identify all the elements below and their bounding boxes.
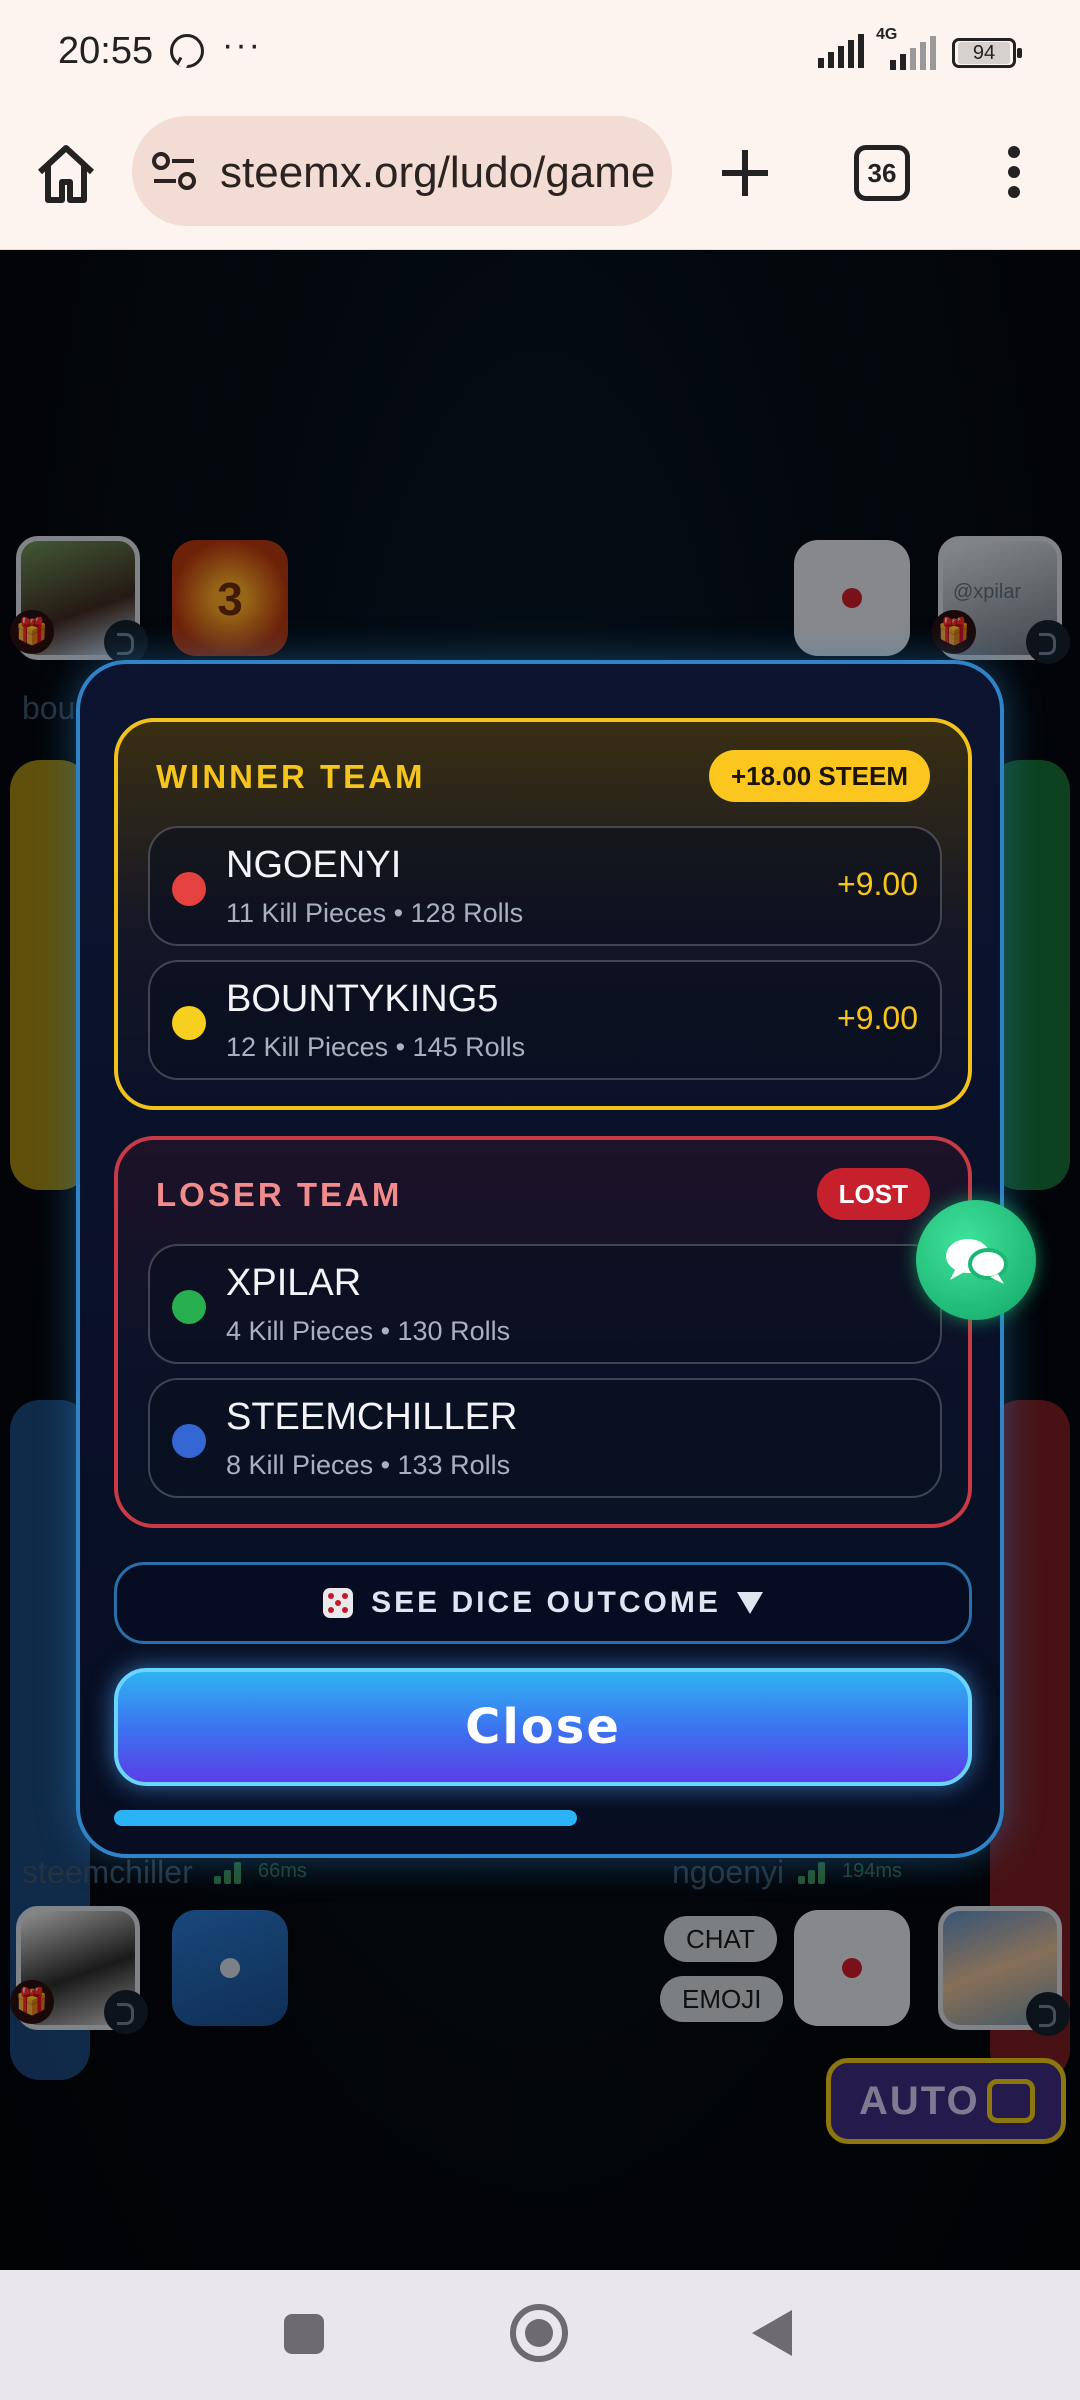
chevron-down-icon xyxy=(736,1592,763,1614)
battery-level: 94 xyxy=(958,42,1010,64)
player-stats: 8 Kill Pieces • 133 Rolls xyxy=(226,1450,511,1480)
status-time: 20:55 xyxy=(58,30,154,72)
system-nav-bar xyxy=(0,2270,1080,2400)
player-color-dot xyxy=(172,1006,206,1040)
loser-team-title: LOSER TEAM xyxy=(156,1176,403,1213)
loser-team-panel: LOSER TEAM LOST XPILAR 4 Kill Pieces • 1… xyxy=(114,1136,972,1528)
loser-player-row: XPILAR 4 Kill Pieces • 130 Rolls xyxy=(148,1244,942,1364)
player-name: STEEMCHILLER xyxy=(226,1396,518,1438)
winner-player-row: BOUNTYKING5 12 Kill Pieces • 145 Rolls +… xyxy=(148,960,942,1080)
player-color-dot xyxy=(172,1290,206,1324)
whatsapp-icon xyxy=(170,34,204,68)
signal-icon-secondary xyxy=(890,36,936,70)
player-name: NGOENYI xyxy=(226,844,402,886)
url-text[interactable]: steemx.org/ludo/game xyxy=(220,148,655,198)
winner-player-row: NGOENYI 11 Kill Pieces • 128 Rolls +9.00 xyxy=(148,826,942,946)
winner-reward-badge: +18.00 STEEM xyxy=(708,750,930,802)
browser-toolbar: steemx.org/ludo/game 36 xyxy=(0,108,1080,250)
dice-outcome-label: SEE DICE OUTCOME xyxy=(371,1586,721,1619)
loser-player-row: STEEMCHILLER 8 Kill Pieces • 133 Rolls xyxy=(148,1378,942,1498)
player-name: BOUNTYKING5 xyxy=(226,978,499,1020)
player-color-dot xyxy=(172,1424,206,1458)
see-dice-outcome-button[interactable]: SEE DICE OUTCOME xyxy=(114,1562,972,1644)
player-color-dot xyxy=(172,872,206,906)
status-bar: 20:55 ··· 4G 94 xyxy=(0,0,1080,108)
winner-team-title: WINNER TEAM xyxy=(156,758,426,795)
more-notifications-icon: ··· xyxy=(222,26,262,64)
chat-fab-button[interactable] xyxy=(916,1200,1036,1320)
new-tab-icon[interactable] xyxy=(710,138,780,208)
recents-icon[interactable] xyxy=(284,2314,324,2354)
overflow-menu-icon[interactable] xyxy=(996,138,1032,210)
chat-bubbles-icon xyxy=(946,1239,1008,1284)
battery-icon: 94 xyxy=(952,38,1022,68)
tab-switcher-button[interactable]: 36 xyxy=(854,145,910,201)
player-score: +9.00 xyxy=(837,1000,918,1036)
game-result-modal: WINNER TEAM +18.00 STEEM NGOENYI 11 Kill… xyxy=(76,660,1004,1858)
player-stats: 12 Kill Pieces • 145 Rolls xyxy=(226,1032,526,1062)
address-bar[interactable]: steemx.org/ludo/game xyxy=(132,116,672,226)
lost-badge: LOST xyxy=(816,1168,930,1220)
close-button[interactable]: Close xyxy=(114,1668,972,1786)
player-stats: 11 Kill Pieces • 128 Rolls xyxy=(226,898,524,928)
auto-close-progress xyxy=(114,1810,578,1826)
home-icon[interactable] xyxy=(30,138,102,210)
site-settings-icon[interactable] xyxy=(152,151,196,191)
back-icon[interactable] xyxy=(752,2310,792,2356)
winner-team-panel: WINNER TEAM +18.00 STEEM NGOENYI 11 Kill… xyxy=(114,718,972,1110)
player-stats: 4 Kill Pieces • 130 Rolls xyxy=(226,1316,511,1346)
player-score: +9.00 xyxy=(837,866,918,902)
dice-icon xyxy=(323,1588,354,1618)
player-name: XPILAR xyxy=(226,1262,362,1304)
home-nav-icon[interactable] xyxy=(510,2304,568,2362)
signal-icon xyxy=(818,34,864,68)
